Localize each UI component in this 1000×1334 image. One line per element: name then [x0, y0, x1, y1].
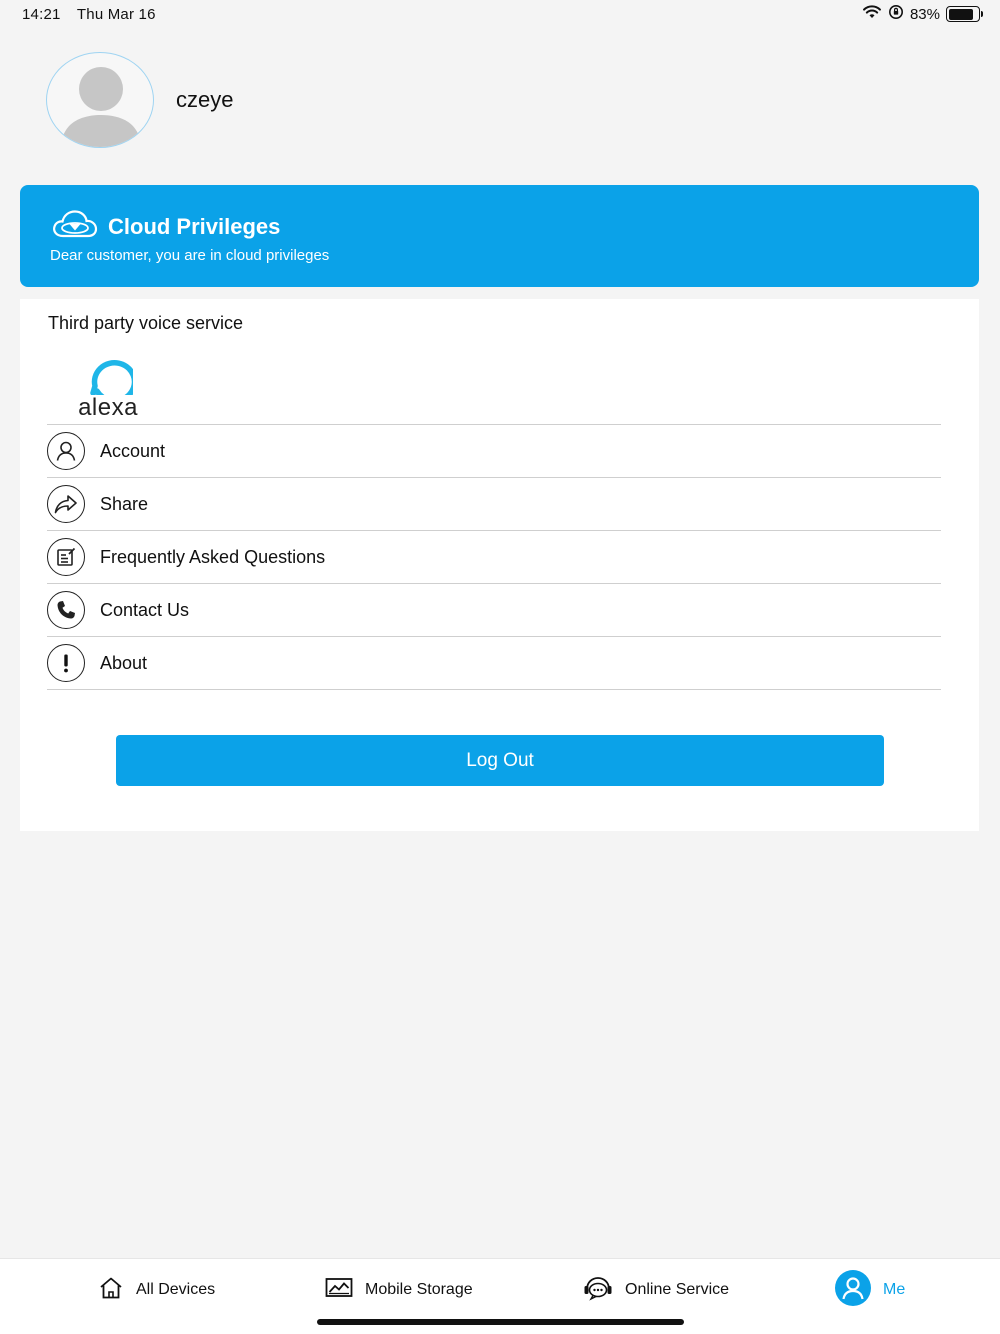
tab-all-devices[interactable]: All Devices: [98, 1273, 215, 1307]
share-icon: [47, 485, 85, 523]
username: czeye: [176, 87, 234, 112]
user-icon: [47, 432, 85, 470]
log-out-button[interactable]: Log Out: [116, 735, 884, 786]
chat-icon: [583, 1275, 613, 1306]
tab-online-service[interactable]: Online Service: [583, 1273, 729, 1307]
battery-icon: [946, 6, 983, 22]
menu-label-about: About: [100, 652, 148, 673]
cloud-privileges-banner[interactable]: Cloud Privileges Dear customer, you are …: [20, 185, 979, 287]
cloud-subtitle: Dear customer, you are in cloud privileg…: [50, 247, 330, 264]
tab-label-all-devices: All Devices: [136, 1281, 216, 1298]
image-icon: [325, 1277, 353, 1304]
settings-card: Third party voice service alexa Account …: [20, 299, 979, 831]
person-icon: [835, 1269, 871, 1311]
status-bar: 14:21 Thu Mar 16 83%: [0, 0, 1000, 28]
battery-percent: 83%: [909, 5, 940, 23]
home-indicator[interactable]: [317, 1319, 684, 1325]
avatar[interactable]: [46, 52, 154, 148]
alexa-logo[interactable]: alexa: [76, 349, 140, 422]
alexa-ring-icon: [90, 360, 138, 404]
default-avatar-icon: [61, 67, 141, 147]
voice-service-title: Third party voice service: [48, 313, 244, 333]
menu-label-contact-us: Contact Us: [100, 599, 190, 620]
phone-icon: [47, 591, 85, 629]
settings-menu: Account Share Frequently Asked Questions…: [47, 424, 941, 690]
cloud-title-row: Cloud Privileges: [52, 209, 280, 244]
tab-label-me: Me: [883, 1281, 906, 1298]
status-time: 14:21 Thu Mar 16: [22, 6, 156, 23]
menu-label-share: Share: [100, 493, 149, 514]
bottom-tab-bar: All Devices Mobile Storage Online Servic…: [0, 1258, 1000, 1334]
status-clock: 14:21: [22, 6, 61, 23]
menu-label-account: Account: [100, 440, 166, 461]
menu-item-faq[interactable]: Frequently Asked Questions: [47, 531, 941, 584]
menu-label-faq: Frequently Asked Questions: [100, 546, 326, 567]
wifi-icon: [862, 4, 882, 24]
menu-item-about[interactable]: About: [47, 637, 941, 690]
tab-label-online-service: Online Service: [625, 1281, 730, 1298]
menu-item-share[interactable]: Share: [47, 478, 941, 531]
tab-label-mobile-storage: Mobile Storage: [365, 1281, 473, 1298]
cloud-title: Cloud Privileges: [108, 213, 281, 239]
tab-me[interactable]: Me: [835, 1269, 906, 1307]
menu-item-contact-us[interactable]: Contact Us: [47, 584, 941, 637]
status-date: Thu Mar 16: [76, 6, 156, 23]
profile-header[interactable]: czeye: [46, 52, 233, 148]
cloud-diamond-icon: [52, 209, 98, 244]
menu-item-account[interactable]: Account: [47, 425, 941, 478]
home-icon: [98, 1276, 124, 1305]
tab-mobile-storage[interactable]: Mobile Storage: [325, 1273, 473, 1307]
faq-icon: [47, 538, 85, 576]
alexa-wordmark: alexa: [78, 394, 138, 421]
status-indicators: 83%: [862, 4, 983, 24]
info-icon: [47, 644, 85, 682]
orientation-lock-icon: [888, 4, 904, 24]
